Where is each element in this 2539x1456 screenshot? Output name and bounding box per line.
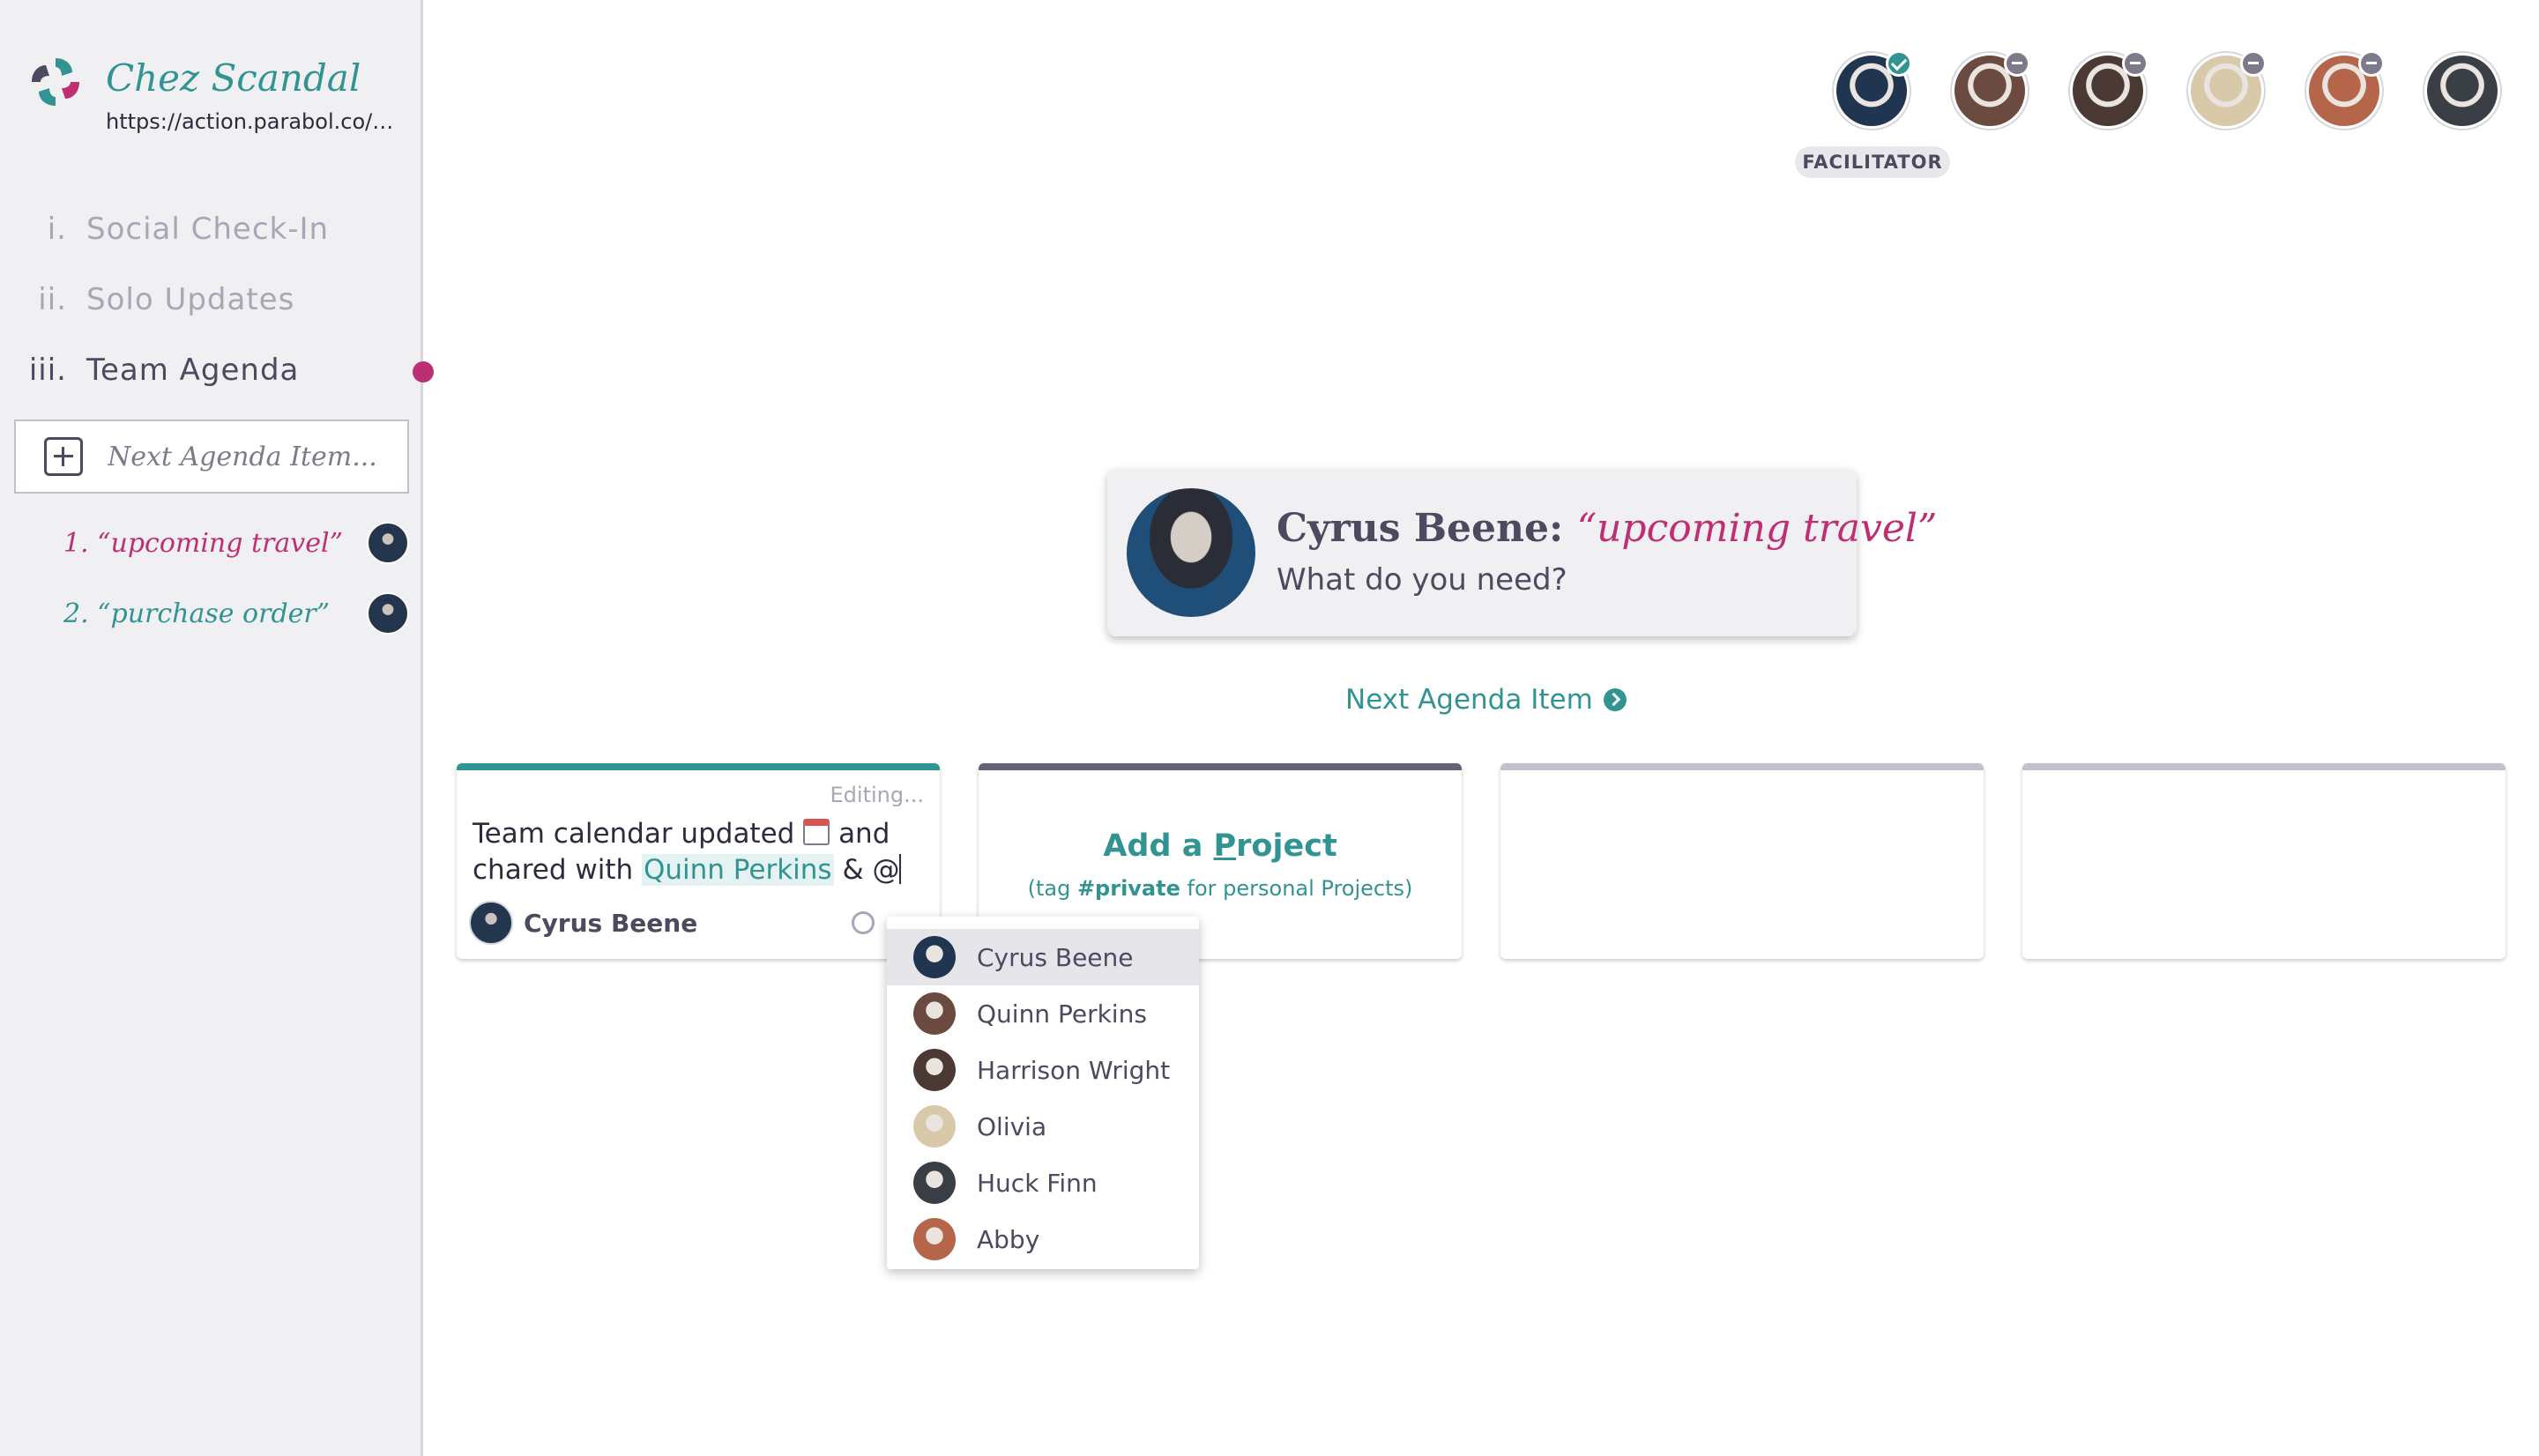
offline-icon [2122,50,2148,77]
nav-label: Team Agenda [86,353,300,388]
project-text-editor[interactable]: Team calendar updated and chared with Qu… [473,816,931,888]
nav-label: Solo Updates [86,282,295,317]
column-bar [2022,763,2505,770]
project-text: & @ [842,854,900,886]
agenda-item-input[interactable] [108,441,398,472]
nav-number: iii. [28,353,67,388]
team-avatar-harrison-wright[interactable] [2070,50,2148,129]
avatar [913,1218,956,1260]
arrow-circle-right-icon [1603,688,1627,711]
mention-option-label: Huck Finn [977,1168,1098,1198]
column-bar [1500,763,1984,770]
team-avatar-abby[interactable] [2306,50,2385,129]
avatar [367,522,409,564]
avatar [913,1105,956,1148]
editing-status: Editing... [830,783,924,807]
github-icon[interactable] [852,911,875,934]
text-caret [899,854,902,884]
avatar [367,592,409,635]
nav-social-check-in[interactable]: i. Social Check-In [0,203,423,256]
nav-solo-updates[interactable]: ii. Solo Updates [0,273,423,326]
agenda-item[interactable]: 2. “purchase order” [0,589,423,638]
project-owner[interactable]: Cyrus Beene [469,901,697,945]
offline-icon [2004,50,2030,77]
agenda-item-label: 1. “upcoming travel” [63,527,343,559]
parabol-logo-icon[interactable] [26,53,85,111]
project-column-empty[interactable] [1500,763,1984,959]
team-avatar-huck-finn[interactable] [2424,53,2500,129]
mention-option-harrison-wright[interactable]: Harrison Wright [887,1042,1199,1098]
nav-number: ii. [38,282,67,317]
avatar [913,1049,956,1091]
column-bar [457,763,940,770]
owner-name: Cyrus Beene [524,908,698,938]
avatar [913,992,956,1035]
column-bar [979,763,1462,770]
offline-icon [2358,50,2385,77]
nav-number: i. [47,212,67,247]
agenda-item-label: 2. “purchase order” [63,598,331,629]
mention-option-olivia[interactable]: Olivia [887,1098,1199,1155]
mention-option-label: Quinn Perkins [977,999,1147,1029]
next-agenda-item-link[interactable]: Next Agenda Item [1345,684,1627,716]
mention-dropdown: Cyrus Beene Quinn Perkins Harrison Wrigh… [887,917,1199,1269]
agenda-prompt-card: Cyrus Beene: “upcoming travel” What do y… [1107,469,1937,636]
avatar [913,1162,956,1204]
next-agenda-item-label: Next Agenda Item [1345,684,1593,716]
team-avatar-olivia[interactable] [2188,50,2267,129]
mention-option-label: Abby [977,1224,1040,1254]
mention-option-abby[interactable]: Abby [887,1211,1199,1267]
project-column-empty[interactable] [2022,763,2505,959]
check-icon [1886,50,1912,77]
team-avatar-cyrus-beene[interactable] [1834,50,1912,129]
prompt-title: Cyrus Beene: “upcoming travel” [1277,506,1937,551]
add-agenda-item-box[interactable] [14,420,409,494]
project-card[interactable]: Editing... Team calendar updated and cha… [457,763,940,959]
avatar [913,936,956,978]
mention-option-cyrus-beene[interactable]: Cyrus Beene [887,929,1199,985]
prompt-topic: “upcoming travel” [1576,506,1938,551]
prompt-owner: Cyrus Beene: [1277,506,1564,551]
mention-option-huck-finn[interactable]: Huck Finn [887,1155,1199,1211]
add-project-title: Add a Project [1103,828,1337,864]
offline-icon [2240,50,2267,77]
nav-team-agenda[interactable]: iii. Team Agenda [0,344,434,397]
mention-option-label: Cyrus Beene [977,942,1134,972]
team-avatar-quinn-perkins[interactable] [1952,50,2030,129]
mention-option-label: Olivia [977,1111,1047,1141]
facilitator-badge[interactable]: FACILITATOR [1795,146,1950,178]
avatar [469,901,513,945]
add-project-hint: (tag #private for personal Projects) [1027,876,1413,901]
plus-square-icon[interactable] [44,437,83,476]
agenda-item[interactable]: 1. “upcoming travel” [0,518,423,568]
active-phase-dot [413,361,434,383]
team-name[interactable]: Chez Scandal [106,56,361,100]
sidebar: Chez Scandal https://action.parabol.co/…… [0,0,434,1456]
mention-tag[interactable]: Quinn Perkins [641,854,834,886]
prompt-question: What do you need? [1277,562,1567,598]
avatar [1127,488,1255,617]
nav-label: Social Check-In [86,212,330,247]
mention-option-label: Harrison Wright [977,1055,1171,1085]
team-url[interactable]: https://action.parabol.co/… [106,109,393,134]
calendar-emoji-icon [803,819,830,845]
project-text: Team calendar updated [473,818,795,850]
mention-option-quinn-perkins[interactable]: Quinn Perkins [887,985,1199,1042]
